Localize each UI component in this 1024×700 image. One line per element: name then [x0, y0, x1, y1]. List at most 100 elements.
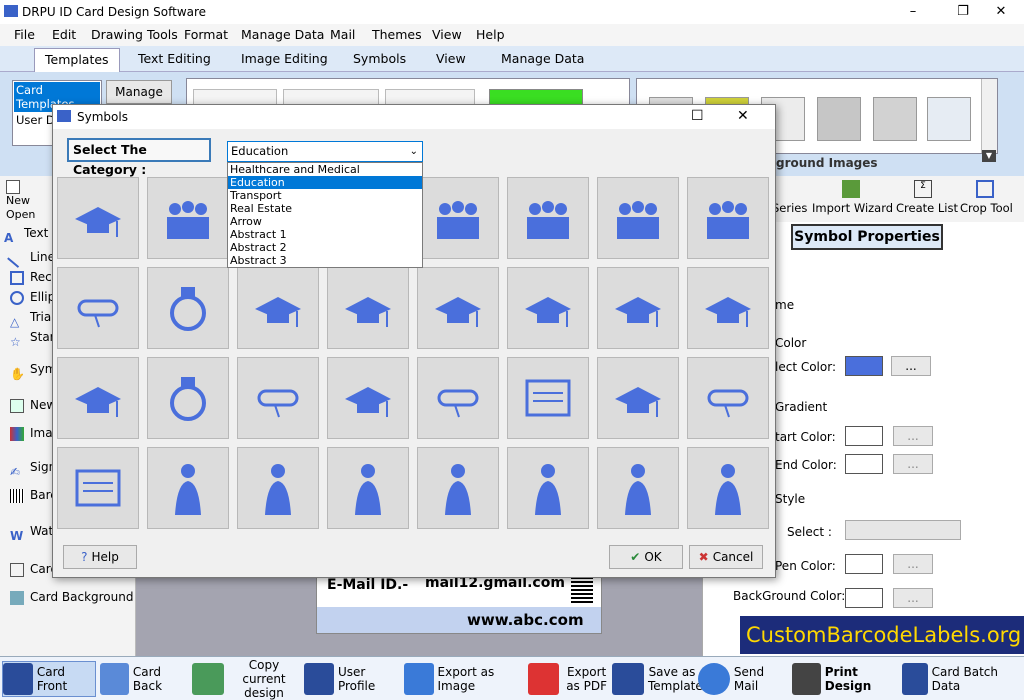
dropdown-option[interactable]: Transport — [228, 189, 422, 202]
symbol-cell[interactable] — [237, 267, 319, 349]
symbol-cell[interactable] — [417, 357, 499, 439]
symbol-cell[interactable] — [417, 447, 499, 529]
close-button[interactable]: ✕ — [978, 0, 1024, 24]
tool-star[interactable]: ☆ Star — [10, 326, 55, 349]
symbol-cell[interactable] — [237, 357, 319, 439]
menu-themes[interactable]: Themes — [372, 27, 422, 42]
tool-new[interactable]: New — [10, 394, 56, 416]
dialog-close-button[interactable]: ✕ — [737, 108, 749, 124]
expand-icon[interactable]: ▼ — [982, 150, 996, 162]
save-template-button[interactable]: Save as Template — [612, 661, 703, 697]
dialog-maximize-button[interactable]: ☐ — [691, 108, 704, 124]
tab-view[interactable]: View — [436, 51, 466, 66]
symbol-cell[interactable] — [597, 177, 679, 259]
start-color-button[interactable]: ... — [893, 426, 933, 446]
dropdown-option[interactable]: Abstract 1 — [228, 228, 422, 241]
menu-manage-data[interactable]: Manage Data — [241, 27, 324, 42]
symbol-cell[interactable] — [57, 177, 139, 259]
style-select[interactable] — [845, 520, 961, 540]
card-front-button[interactable]: Card Front — [2, 661, 96, 697]
dropdown-option[interactable]: Abstract 3 — [228, 254, 422, 267]
button-label: Copy current design — [242, 658, 286, 700]
tool-text[interactable]: A Text — [4, 222, 48, 245]
symbol-cell[interactable] — [597, 357, 679, 439]
symbol-cell[interactable] — [687, 267, 769, 349]
user-profile-button[interactable]: User Profile — [304, 661, 402, 697]
menu-format[interactable]: Format — [184, 27, 228, 42]
help-button[interactable]: ? Help — [63, 545, 137, 569]
scrollbar[interactable] — [981, 79, 997, 153]
tab-image-editing[interactable]: Image Editing — [241, 51, 328, 66]
menu-drawing-tools[interactable]: Drawing Tools — [91, 27, 178, 42]
dropdown-option[interactable]: Education — [228, 176, 422, 189]
end-color-swatch[interactable] — [845, 454, 883, 474]
tab-text-editing[interactable]: Text Editing — [138, 51, 211, 66]
end-color-button[interactable]: ... — [893, 454, 933, 474]
menu-help[interactable]: Help — [476, 27, 505, 42]
symbol-cell[interactable] — [687, 357, 769, 439]
symbol-cell[interactable] — [507, 267, 589, 349]
symbol-cell[interactable] — [597, 447, 679, 529]
symbol-cell[interactable] — [417, 177, 499, 259]
symbol-cell[interactable] — [417, 267, 499, 349]
card-batch-button[interactable]: Card Batch Data — [902, 661, 1022, 697]
export-image-button[interactable]: Export as Image — [404, 661, 528, 697]
symbol-cell[interactable] — [147, 357, 229, 439]
background-thumb[interactable] — [927, 97, 971, 141]
symbol-cell[interactable] — [507, 177, 589, 259]
tool-line[interactable]: Line — [7, 246, 55, 268]
symbol-cell[interactable] — [237, 447, 319, 529]
symbol-cell[interactable] — [507, 447, 589, 529]
create-list-button[interactable]: Create List — [896, 201, 958, 215]
symbol-cell[interactable] — [147, 177, 229, 259]
minimize-button[interactable]: – — [890, 0, 936, 24]
symbol-cell[interactable] — [147, 267, 229, 349]
series-button[interactable]: Series — [772, 201, 807, 215]
start-color-swatch[interactable] — [845, 426, 883, 446]
background-thumb[interactable] — [873, 97, 917, 141]
copy-design-button[interactable]: Copy current design — [192, 658, 302, 700]
import-wizard-button[interactable]: Import Wizard — [812, 201, 893, 215]
new-open-button[interactable]: New Open — [6, 180, 46, 221]
dialog-title-bar: Symbols ☐ ✕ — [53, 105, 775, 129]
pen-color-button[interactable]: ... — [893, 554, 933, 574]
symbol-cell[interactable] — [327, 447, 409, 529]
cancel-button[interactable]: ✖ Cancel — [689, 545, 763, 569]
symbol-cell[interactable] — [507, 357, 589, 439]
print-design-button[interactable]: Print Design — [792, 661, 900, 697]
symbol-cell[interactable] — [57, 357, 139, 439]
background-color-swatch[interactable] — [845, 588, 883, 608]
menu-mail[interactable]: Mail — [330, 27, 355, 42]
menu-edit[interactable]: Edit — [52, 27, 76, 42]
background-thumb[interactable] — [817, 97, 861, 141]
symbol-cell[interactable] — [597, 267, 679, 349]
fill-color-swatch[interactable] — [845, 356, 883, 376]
manage-button[interactable]: Manage — [106, 80, 172, 104]
symbol-cell[interactable] — [57, 267, 139, 349]
symbol-cell[interactable] — [327, 357, 409, 439]
tab-templates[interactable]: Templates — [34, 48, 120, 72]
dropdown-option[interactable]: Abstract 2 — [228, 241, 422, 254]
menu-view[interactable]: View — [432, 27, 462, 42]
pen-color-swatch[interactable] — [845, 554, 883, 574]
symbol-cell[interactable] — [57, 447, 139, 529]
crop-tool-button[interactable]: Crop Tool — [960, 201, 1013, 215]
menu-file[interactable]: File — [14, 27, 35, 42]
dropdown-option[interactable]: Healthcare and Medical — [228, 163, 422, 176]
export-pdf-button[interactable]: Export as PDF — [528, 661, 610, 697]
select-color-button[interactable]: ... — [891, 356, 931, 376]
category-select[interactable]: Education ⌄ — [227, 141, 423, 162]
dropdown-option[interactable]: Real Estate — [228, 202, 422, 215]
card-back-button[interactable]: Card Back — [100, 661, 188, 697]
tab-symbols[interactable]: Symbols — [353, 51, 406, 66]
ok-button[interactable]: ✔ OK — [609, 545, 683, 569]
symbol-cell[interactable] — [327, 267, 409, 349]
tool-card-background[interactable]: Card Background — [10, 586, 133, 608]
symbol-cell[interactable] — [687, 447, 769, 529]
symbol-cell[interactable] — [147, 447, 229, 529]
tab-manage-data[interactable]: Manage Data — [501, 51, 584, 66]
background-color-button[interactable]: ... — [893, 588, 933, 608]
send-mail-button[interactable]: Send Mail — [698, 661, 792, 697]
dropdown-option[interactable]: Arrow — [228, 215, 422, 228]
symbol-cell[interactable] — [687, 177, 769, 259]
